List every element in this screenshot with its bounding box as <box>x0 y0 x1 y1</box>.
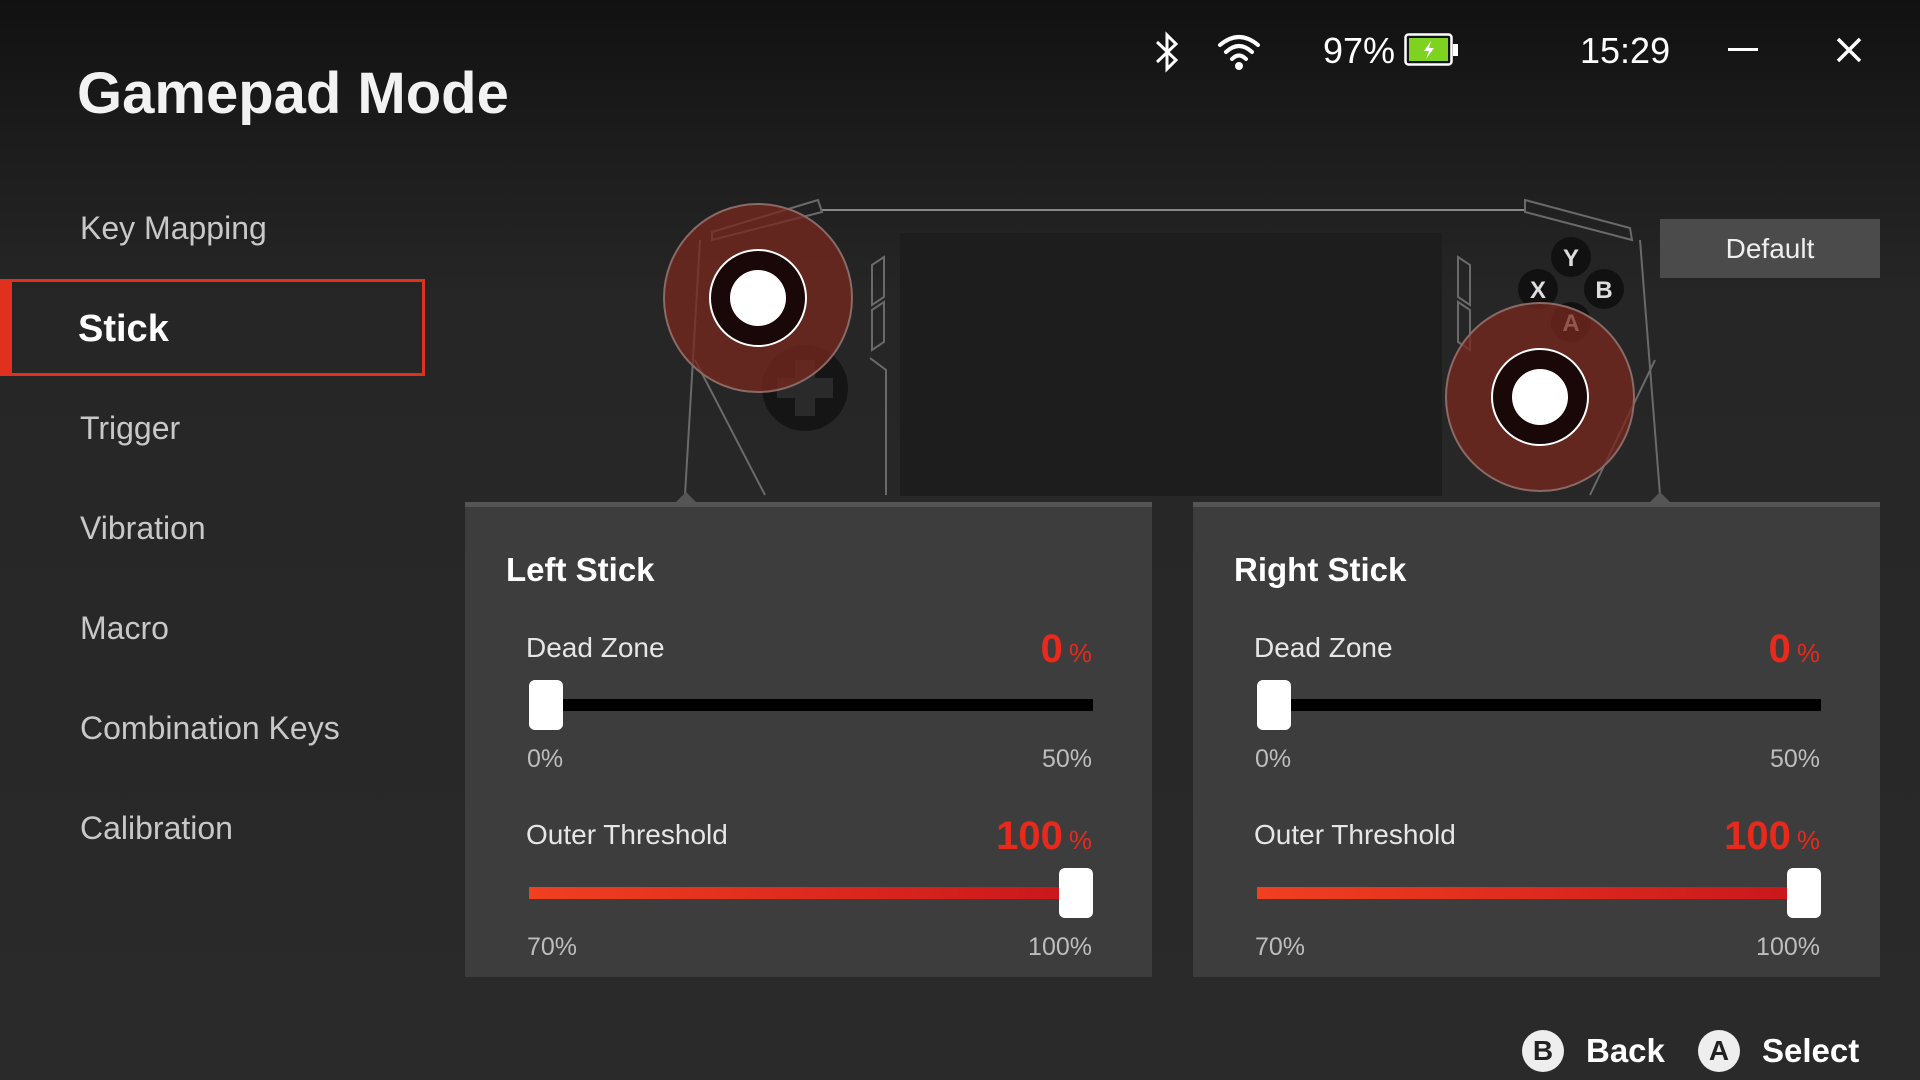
sidebar-item-calibration[interactable]: Calibration <box>80 810 233 847</box>
outer-threshold-slider[interactable] <box>1257 887 1821 899</box>
outer-threshold-value: 100% <box>1724 814 1820 858</box>
dead-zone-max: 50% <box>1041 745 1092 773</box>
sidebar-item-vibration[interactable]: Vibration <box>80 510 206 547</box>
device-screen <box>900 233 1442 496</box>
back-label: Back <box>1586 1032 1665 1069</box>
outer-threshold-slider-thumb[interactable] <box>1787 868 1821 918</box>
b-button-icon: B <box>1522 1030 1564 1072</box>
dead-zone-slider-thumb[interactable] <box>529 680 563 730</box>
sidebar-item-macro[interactable]: Macro <box>80 610 169 647</box>
dead-zone-min: 0% <box>1255 745 1292 773</box>
dead-zone-label: Dead Zone <box>1254 632 1393 663</box>
button-x: X <box>1530 277 1546 304</box>
outer-threshold-value: 100% <box>996 814 1092 858</box>
dead-zone-min: 0% <box>527 745 564 773</box>
dead-zone-value: 0% <box>1768 627 1820 671</box>
select-label: Select <box>1762 1032 1860 1069</box>
outer-threshold-label: Outer Threshold <box>1254 819 1456 850</box>
outer-threshold-min: 70% <box>1255 933 1306 961</box>
a-button-icon: A <box>1698 1030 1740 1072</box>
right-stick-panel: Right Stick Dead Zone 0% 0% 50% Outer Th… <box>1193 502 1880 977</box>
sidebar-item-combination-keys[interactable]: Combination Keys <box>80 710 340 747</box>
button-y: Y <box>1563 245 1579 272</box>
panel-title: Left Stick <box>506 551 655 588</box>
button-b: B <box>1595 277 1612 304</box>
outer-threshold-slider-thumb[interactable] <box>1059 868 1093 918</box>
device-illustration: Y X B A <box>663 198 1670 502</box>
dead-zone-value: 0% <box>1040 627 1092 671</box>
dead-zone-slider[interactable] <box>1257 699 1821 711</box>
dead-zone-slider[interactable] <box>529 699 1093 711</box>
outer-threshold-max: 100% <box>1028 933 1092 961</box>
outer-threshold-label: Outer Threshold <box>526 819 728 850</box>
dead-zone-max: 50% <box>1769 745 1820 773</box>
dead-zone-slider-thumb[interactable] <box>1257 680 1291 730</box>
panel-title: Right Stick <box>1234 551 1407 588</box>
outer-threshold-min: 70% <box>527 933 578 961</box>
back-hint[interactable]: B Back <box>1522 1030 1665 1072</box>
outer-threshold-max: 100% <box>1756 933 1820 961</box>
left-stick-panel: Left Stick Dead Zone 0% 0% 50% Outer Thr… <box>465 502 1152 977</box>
dead-zone-label: Dead Zone <box>526 632 665 663</box>
select-hint[interactable]: A Select <box>1698 1030 1859 1072</box>
outer-threshold-slider[interactable] <box>529 887 1093 899</box>
